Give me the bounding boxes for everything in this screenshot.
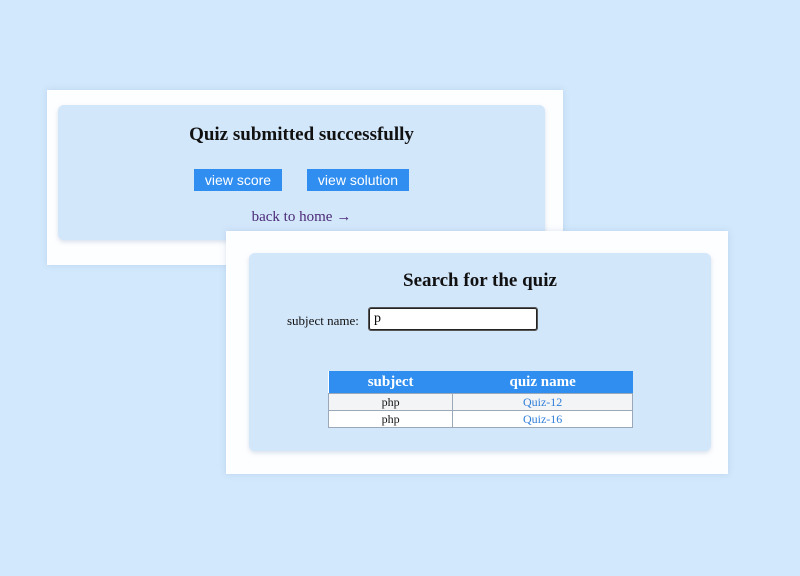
cell-quiz-name: Quiz-16	[452, 410, 633, 428]
header-quiz-name: quiz name	[452, 371, 633, 394]
quiz-submitted-panel: Quiz submitted successfully view score v…	[58, 105, 545, 240]
quiz-link[interactable]: Quiz-12	[523, 395, 562, 409]
table-header-row: subject quiz name	[328, 371, 633, 394]
back-to-home-label: back to home	[251, 209, 333, 225]
cell-subject: php	[327, 393, 454, 411]
header-subject: subject	[328, 371, 453, 394]
view-solution-button[interactable]: view solution	[307, 169, 409, 191]
quiz-search-card: Search for the quiz subject name: subjec…	[226, 231, 728, 474]
quiz-link[interactable]: Quiz-16	[523, 412, 562, 426]
back-to-home-link[interactable]: back to home →	[58, 209, 545, 226]
view-score-button[interactable]: view score	[194, 169, 282, 191]
table-row: php Quiz-16	[327, 410, 633, 428]
submitted-title: Quiz submitted successfully	[189, 124, 414, 145]
results-table: subject quiz name php Quiz-12 php Quiz-1…	[327, 371, 633, 428]
search-title: Search for the quiz	[403, 270, 557, 291]
table-row: php Quiz-12	[327, 393, 633, 411]
cell-subject: php	[327, 410, 454, 428]
quiz-search-panel: Search for the quiz subject name: subjec…	[249, 253, 711, 451]
subject-name-label: subject name:	[287, 313, 359, 328]
arrow-right-icon: →	[336, 209, 352, 225]
subject-search-input[interactable]	[368, 307, 538, 331]
cell-quiz-name: Quiz-12	[452, 393, 633, 411]
